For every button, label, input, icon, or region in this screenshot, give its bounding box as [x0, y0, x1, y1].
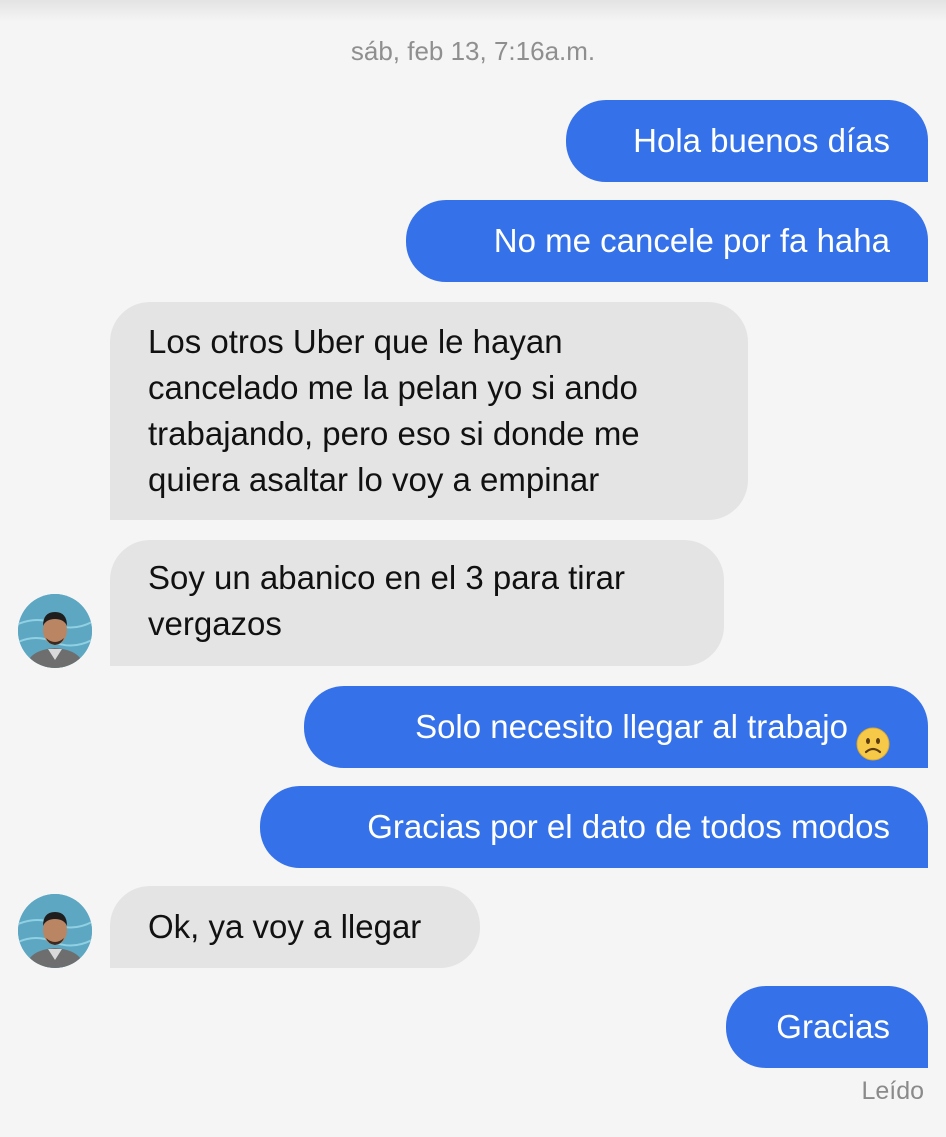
message-text: Ok, ya voy a llegar: [148, 908, 422, 945]
conversation-timestamp: sáb, feb 13, 7:16a.m.: [350, 36, 596, 66]
message-text: Gracias: [776, 1008, 890, 1045]
incoming-message[interactable]: Ok, ya voy a llegar: [110, 886, 480, 968]
outgoing-message[interactable]: Solo necesito llegar al trabajo: [304, 686, 928, 768]
outgoing-message[interactable]: Hola buenos días: [566, 100, 928, 182]
message-line: cancelado me la pelan yo si ando: [148, 369, 638, 406]
frowning-face-emoji-icon: [856, 709, 890, 761]
message-text: Hola buenos días: [633, 122, 890, 159]
person-portrait-icon: [18, 594, 92, 668]
message-text: Gracias por el dato de todos modos: [367, 808, 890, 845]
message-text: No me cancele por fa haha: [493, 222, 890, 259]
message-line: Los otros Uber que le hayan: [148, 323, 563, 360]
outgoing-message[interactable]: Gracias: [726, 986, 928, 1068]
driver-avatar[interactable]: [18, 894, 92, 968]
outgoing-message[interactable]: Gracias por el dato de todos modos: [260, 786, 928, 868]
outgoing-message[interactable]: No me cancele por fa haha: [406, 200, 928, 282]
message-line: Soy un abanico en el 3 para tirar: [148, 559, 625, 596]
message-line: trabajando, pero eso si donde me: [148, 415, 640, 452]
incoming-message[interactable]: Los otros Uber que le hayan cancelado me…: [110, 302, 748, 520]
read-status: Leído: [861, 1077, 924, 1105]
message-line: quiera asaltar lo voy a empinar: [148, 461, 600, 498]
top-edge-shadow: [0, 0, 946, 22]
person-portrait-icon: [18, 894, 92, 968]
incoming-message[interactable]: Soy un abanico en el 3 para tirar vergaz…: [110, 540, 724, 666]
message-line: vergazos: [148, 605, 282, 642]
driver-avatar[interactable]: [18, 594, 92, 668]
message-text: Solo necesito llegar al trabajo: [415, 708, 848, 745]
